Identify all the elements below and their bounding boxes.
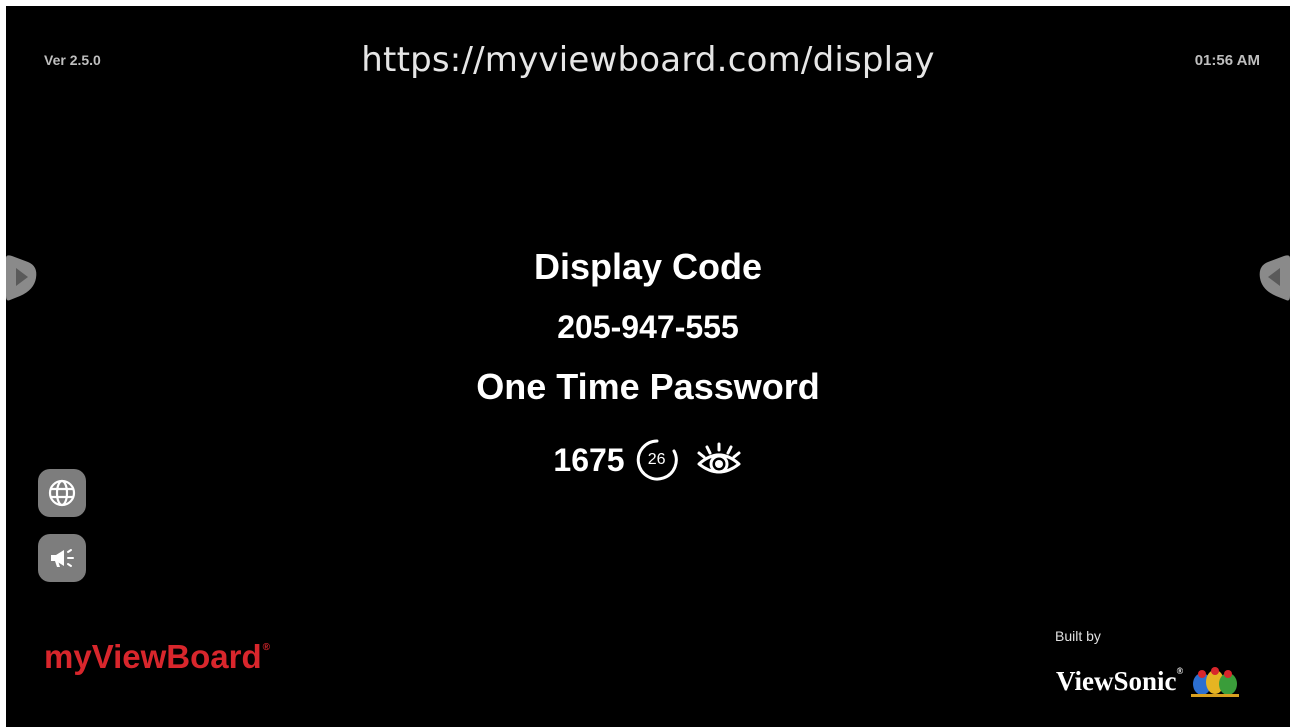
brand-registered-mark: ® <box>262 642 271 653</box>
globe-icon <box>48 479 76 507</box>
maker-name: ViewSonic® <box>1056 665 1184 696</box>
otp-value: 1675 <box>553 441 625 478</box>
display-screen: Ver 2.5.0 https://myviewboard.com/displa… <box>6 6 1290 727</box>
countdown-timer-icon: 26 <box>635 438 679 482</box>
otp-countdown: 26 <box>647 451 666 468</box>
language-button[interactable] <box>38 469 86 517</box>
otp-row: 1675 26 <box>6 438 1290 482</box>
megaphone-icon <box>51 549 74 567</box>
eye-icon[interactable] <box>695 440 743 480</box>
built-by-label: Built by <box>1055 628 1101 644</box>
brand-name: myViewBoard <box>44 638 262 675</box>
viewsonic-birds-icon <box>1191 667 1240 697</box>
clock: 01:56 AM <box>1194 52 1260 69</box>
announcement-button[interactable] <box>38 534 86 582</box>
myviewboard-logo: myViewBoard ® <box>44 638 270 676</box>
display-url: https://myviewboard.com/display <box>361 40 935 80</box>
viewsonic-logo: ViewSonic® <box>1056 664 1241 698</box>
display-code-label: Display Code <box>533 246 763 287</box>
display-code-value: 205-947-555 <box>557 309 739 345</box>
otp-label: One Time Password <box>476 366 820 407</box>
